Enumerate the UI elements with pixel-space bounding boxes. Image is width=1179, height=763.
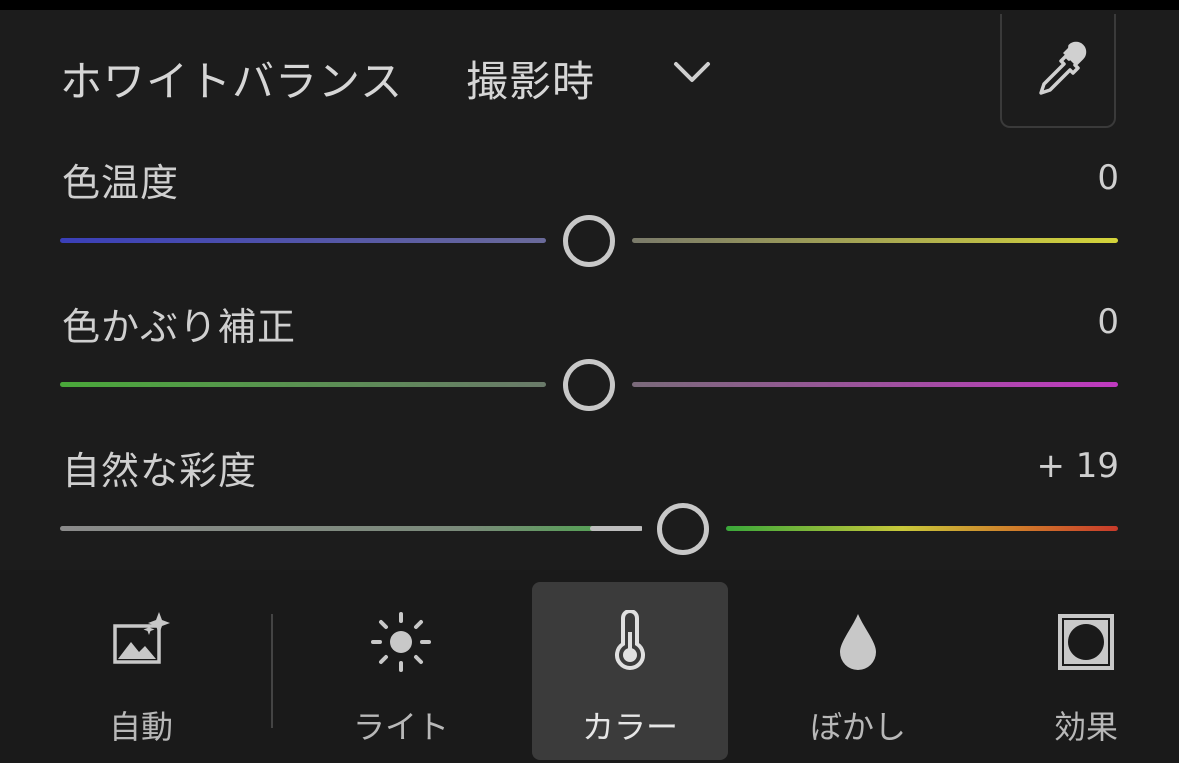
tint-track-right <box>632 382 1118 387</box>
eyedropper-button[interactable] <box>1000 14 1116 128</box>
temperature-track-right <box>632 238 1118 243</box>
tab-effects[interactable]: 効果 <box>988 582 1179 760</box>
color-panel: ホワイトバランス 撮影時 色温度 0 色かぶり補正 0 自然な彩度 + 19 <box>0 10 1179 570</box>
tint-track-left <box>60 382 546 387</box>
tab-auto-label: 自動 <box>108 708 173 746</box>
temperature-value: 0 <box>1097 158 1119 198</box>
top-status-strip <box>0 0 1179 10</box>
thermometer-icon <box>615 610 645 670</box>
temperature-slider-thumb[interactable] <box>563 215 615 267</box>
temperature-track-left <box>60 238 546 243</box>
bottom-toolbar: 自動 ライト カラー ぼかし 効果 <box>0 570 1179 763</box>
tint-label: 色かぶり補正 <box>62 305 297 349</box>
tab-effects-label: 効果 <box>1053 708 1118 746</box>
vibrance-track-gap <box>590 526 642 531</box>
temperature-label: 色温度 <box>62 161 180 205</box>
tab-auto[interactable]: 自動 <box>43 582 239 760</box>
droplet-icon <box>840 614 876 670</box>
vignette-icon <box>1058 614 1114 670</box>
tab-light-label: ライト <box>352 708 449 746</box>
tab-color-label: カラー <box>581 708 678 746</box>
sun-icon <box>371 612 431 672</box>
tab-light[interactable]: ライト <box>303 582 499 760</box>
vibrance-value: + 19 <box>1036 446 1119 486</box>
auto-photo-icon <box>113 612 170 664</box>
vibrance-track-right <box>726 526 1118 531</box>
tab-blur[interactable]: ぼかし <box>760 582 956 760</box>
chevron-down-icon[interactable] <box>672 56 712 86</box>
white-balance-label: ホワイトバランス <box>60 57 404 106</box>
toolbar-divider <box>271 614 273 728</box>
tab-blur-label: ぼかし <box>809 708 906 746</box>
vibrance-track-left <box>60 526 640 531</box>
vibrance-label: 自然な彩度 <box>62 449 258 493</box>
white-balance-dropdown[interactable]: 撮影時 <box>466 48 595 109</box>
tint-slider-thumb[interactable] <box>563 359 615 411</box>
tint-value: 0 <box>1097 302 1119 342</box>
tab-color[interactable]: カラー <box>532 582 728 760</box>
vibrance-slider-thumb[interactable] <box>657 503 709 555</box>
eyedropper-icon <box>1039 41 1087 95</box>
vibrance-slider[interactable] <box>60 526 1118 531</box>
